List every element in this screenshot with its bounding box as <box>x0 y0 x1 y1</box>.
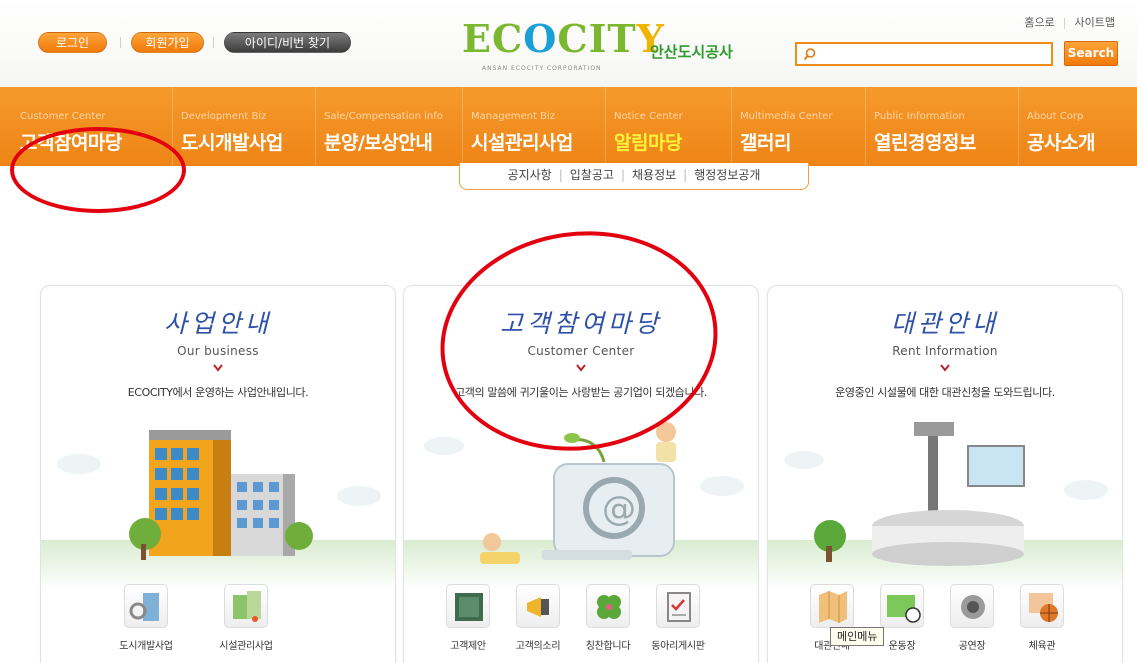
card-title: 사업안내 <box>163 309 272 338</box>
divider: | <box>683 168 688 182</box>
divider <box>315 87 316 166</box>
chevron-down-icon <box>940 364 950 372</box>
utility-links: 홈으로 | 사이트맵 <box>1024 14 1115 30</box>
nav-item-management-biz[interactable]: Management Biz 시설관리사업 <box>471 87 573 166</box>
svg-text:@: @ <box>602 489 636 529</box>
nav-item-development-biz[interactable]: Development Biz 도시개발사업 <box>181 87 283 166</box>
nav-item-public-information[interactable]: Public Information 열린경영정보 <box>874 87 976 166</box>
divider: | <box>620 168 625 182</box>
submenu-item-recruit[interactable]: 채용정보 <box>632 168 676 182</box>
divider <box>213 37 214 48</box>
nav-item-label: 알림마당 <box>614 132 682 154</box>
divider <box>1018 87 1019 166</box>
nav-item-en: Public Information <box>874 111 965 122</box>
logo-brand: ECOCITY <box>462 16 665 61</box>
notebook-icon <box>446 584 490 628</box>
card-description: 운영중인 시설물에 대한 대관신청을 도와드립니다. <box>835 386 1055 399</box>
link-club-board[interactable]: 동아리게시판 <box>638 584 718 652</box>
link-label: 체육관 <box>1028 641 1056 652</box>
nav-item-notice-center[interactable]: Notice Center 알림마당 <box>614 87 683 166</box>
link-gymnasium[interactable]: 체육관 <box>1002 584 1082 652</box>
logo-korean-name: 안산도시공사 <box>650 43 733 61</box>
link-urban-development[interactable]: 도시개발사업 <box>106 584 186 652</box>
link-customer-voice[interactable]: 고객의소리 <box>498 584 578 652</box>
link-concert-hall[interactable]: 공연장 <box>932 584 1012 652</box>
link-label: 공연장 <box>958 641 986 652</box>
card-description: ECOCITY에서 운영하는 사업안내입니다. <box>127 386 309 399</box>
card-subtitle: Our business <box>177 344 259 358</box>
link-label: 시설관리사업 <box>219 641 273 652</box>
search-box <box>795 42 1053 66</box>
basketball-icon <box>1020 584 1064 628</box>
link-label: 고객제안 <box>450 641 486 652</box>
divider <box>605 87 606 166</box>
link-label: 고객의소리 <box>515 641 561 652</box>
submenu-item-notice[interactable]: 공지사항 <box>508 168 552 182</box>
nav-item-en: Customer Center <box>20 111 106 122</box>
nav-item-label: 갤러리 <box>740 132 791 154</box>
divider <box>865 87 866 166</box>
facility-blocks-icon <box>224 584 268 628</box>
nav-item-en: Notice Center <box>614 111 683 122</box>
nav-item-en: Development Biz <box>181 111 267 122</box>
nav-item-en: About Corp <box>1027 111 1084 122</box>
card-subtitle: Rent Information <box>892 344 998 358</box>
megaphone-icon <box>516 584 560 628</box>
clipboard-icon <box>656 584 700 628</box>
divider <box>462 87 463 166</box>
nav-item-label: 분양/보상안내 <box>324 132 433 154</box>
clover-icon <box>586 584 630 628</box>
submenu-item-public-info[interactable]: 행정정보공개 <box>694 168 760 182</box>
nav-item-en: Sale/Compensation info <box>324 111 443 122</box>
join-button[interactable]: 회원가입 <box>131 32 204 53</box>
divider <box>120 37 121 48</box>
nav-item-en: Management Biz <box>471 111 555 122</box>
stadium-illustration <box>784 422 1108 566</box>
search-icon <box>803 48 816 61</box>
link-compliments[interactable]: 칭찬합니다 <box>568 584 648 652</box>
nav-item-label: 열린경영정보 <box>874 132 976 154</box>
card-title: 대관안내 <box>890 309 999 338</box>
nav-item-label: 공사소개 <box>1027 132 1095 154</box>
search-button[interactable]: Search <box>1064 41 1118 66</box>
nav-item-en: Multimedia Center <box>740 111 833 122</box>
rent-info-card: 대관안내 Rent Information 운영중인 시설물에 대한 대관신청을… <box>767 285 1123 663</box>
link-label: 도시개발사업 <box>119 641 173 652</box>
divider <box>731 87 732 166</box>
business-card: 사업안내 Our business ECOCITY에서 운영하는 사업안내입니다… <box>40 285 396 663</box>
nav-item-label: 도시개발사업 <box>181 132 283 154</box>
speaker-icon <box>950 584 994 628</box>
chevron-down-icon <box>213 364 223 372</box>
nav-item-multimedia-center[interactable]: Multimedia Center 갤러리 <box>740 87 832 166</box>
submenu-item-bid[interactable]: 입찰공고 <box>570 168 614 182</box>
top-bar: 로그인 회원가입 아이디/비번 찾기 ECOCITY 안산도시공사 ANSAN … <box>0 0 1137 87</box>
home-link[interactable]: 홈으로 <box>1024 14 1054 30</box>
nav-item-sale-compensation[interactable]: Sale/Compensation info 분양/보상안내 <box>324 87 443 166</box>
field-ball-icon <box>880 584 924 628</box>
logo-subtitle: ANSAN ECOCITY CORPORATION <box>482 65 602 72</box>
map-icon <box>810 584 854 628</box>
ecocity-logo[interactable]: ECOCITY 안산도시공사 ANSAN ECOCITY CORPORATION <box>462 16 762 74</box>
find-id-password-button[interactable]: 아이디/비번 찾기 <box>224 32 351 53</box>
nav-item-about-corp[interactable]: About Corp 공사소개 <box>1027 87 1095 166</box>
building-gear-icon <box>124 584 168 628</box>
notice-submenu: 공지사항 | 입찰공고 | 채용정보 | 행정정보공개 <box>459 163 809 190</box>
sitemap-link[interactable]: 사이트맵 <box>1075 14 1115 30</box>
link-label: 동아리게시판 <box>651 641 705 652</box>
nav-item-label: 시설관리사업 <box>471 132 573 154</box>
link-facility-management[interactable]: 시설관리사업 <box>206 584 286 652</box>
divider: | <box>1062 16 1067 29</box>
login-button[interactable]: 로그인 <box>38 32 107 53</box>
link-customer-suggestion[interactable]: 고객제안 <box>428 584 508 652</box>
divider: | <box>558 168 563 182</box>
buildings-illustration <box>57 430 381 560</box>
main-menu-tooltip: 메인메뉴 <box>830 627 885 646</box>
annotation-circle-nav <box>10 127 186 213</box>
link-label: 칭찬합니다 <box>585 641 631 652</box>
search-input[interactable] <box>823 46 1043 62</box>
